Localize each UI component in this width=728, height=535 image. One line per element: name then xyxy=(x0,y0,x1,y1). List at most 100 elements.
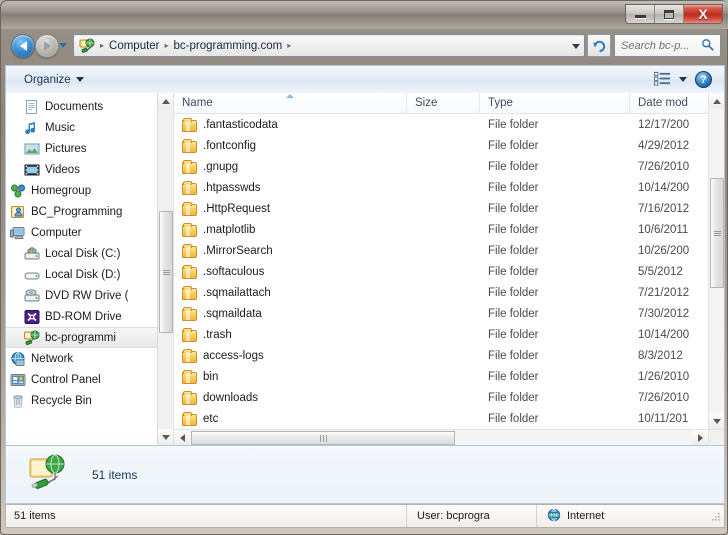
folder-icon xyxy=(182,306,197,321)
cell-size xyxy=(407,177,480,198)
minimize-button[interactable] xyxy=(626,5,655,23)
status-bar: 51 items User: bcprogra Internet xyxy=(5,504,725,528)
folder-icon xyxy=(182,264,197,279)
column-label: Date mod xyxy=(638,97,688,109)
close-button[interactable]: X xyxy=(684,5,722,23)
navigation-pane: Documents Music Pictures Videos Homegroup BC_… xyxy=(6,93,174,445)
file-list-scroll-thumb[interactable] xyxy=(710,178,724,288)
table-row[interactable]: etc File folder 10/11/201 xyxy=(174,408,724,429)
cell-type: File folder xyxy=(488,328,539,341)
cell-name: .htpasswds xyxy=(174,177,407,198)
sidebar-item-homegroup[interactable]: Homegroup xyxy=(6,180,158,201)
sidebar-item-dvd-rw-drive[interactable]: DVD RW Drive ( xyxy=(6,285,158,306)
sidebar-item-control-panel[interactable]: Control Panel xyxy=(6,369,158,390)
cell-size xyxy=(407,156,480,177)
sidebar-item-label: Computer xyxy=(31,226,82,239)
table-row[interactable]: bin File folder 1/26/2010 xyxy=(174,366,724,387)
column-header-date-modified[interactable]: Date mod xyxy=(630,93,720,113)
chevron-down-icon xyxy=(75,77,84,82)
sidebar-item-label: Documents xyxy=(45,100,104,113)
help-button[interactable]: ? xyxy=(695,71,712,88)
resize-grip-icon[interactable] xyxy=(710,511,721,522)
file-rows: .fantasticodata File folder 12/17/200 .font… xyxy=(174,114,724,429)
table-row[interactable]: access-logs File folder 8/3/2012 xyxy=(174,345,724,366)
table-row[interactable]: .htpasswds File folder 10/14/200 xyxy=(174,177,724,198)
address-dropdown-icon[interactable] xyxy=(572,44,580,49)
breadcrumb-item-computer[interactable]: Computer xyxy=(106,39,163,53)
sidebar-item-recycle-bin[interactable]: Recycle Bin xyxy=(6,390,158,411)
cell-date-modified: 7/16/2012 xyxy=(638,202,690,215)
forward-button[interactable] xyxy=(35,34,59,58)
refresh-icon xyxy=(592,40,605,53)
navigation-scrollbar[interactable] xyxy=(157,93,173,445)
table-row[interactable]: .softaculous File folder 5/5/2012 xyxy=(174,261,724,282)
scroll-right-button[interactable] xyxy=(692,430,708,445)
cell-size xyxy=(407,240,480,261)
file-name: .sqmaildata xyxy=(203,307,262,320)
back-button[interactable] xyxy=(11,34,35,58)
scroll-down-button[interactable] xyxy=(709,413,724,429)
scroll-up-button[interactable] xyxy=(709,93,724,109)
table-row[interactable]: .MirrorSearch File folder 10/26/200 xyxy=(174,240,724,261)
address-bar[interactable]: ▸ Computer ▸ bc-programming.com ▸ xyxy=(73,34,585,57)
globe-icon xyxy=(547,508,561,525)
sidebar-item-label: DVD RW Drive ( xyxy=(45,289,129,302)
table-row[interactable]: .HttpRequest File folder 7/16/2012 xyxy=(174,198,724,219)
column-header-size[interactable]: Size xyxy=(407,93,480,113)
chevron-down-icon[interactable] xyxy=(679,77,687,82)
sidebar-item-music[interactable]: Music xyxy=(6,117,158,138)
file-name: .sqmailattach xyxy=(203,286,271,299)
sidebar-item-bc-programmi[interactable]: bc-programmi xyxy=(6,327,158,348)
table-row[interactable]: downloads File folder 7/26/2010 xyxy=(174,387,724,408)
recent-pages-button[interactable] xyxy=(59,43,67,48)
cell-date-modified: 10/14/200 xyxy=(638,181,690,194)
table-row[interactable]: .sqmailattach File folder 7/21/2012 xyxy=(174,282,724,303)
column-header-name[interactable]: Name xyxy=(174,93,407,113)
file-name: downloads xyxy=(203,391,258,404)
scroll-up-button[interactable] xyxy=(158,93,173,109)
breadcrumb-item-site[interactable]: bc-programming.com xyxy=(171,39,286,53)
maximize-button[interactable] xyxy=(655,5,684,23)
sidebar-item-pictures[interactable]: Pictures xyxy=(6,138,158,159)
table-row[interactable]: .gnupg File folder 7/26/2010 xyxy=(174,156,724,177)
sidebar-item-computer[interactable]: Computer xyxy=(6,222,158,243)
table-row[interactable]: .fantasticodata File folder 12/17/200 xyxy=(174,114,724,135)
file-list-horizontal-scrollbar[interactable] xyxy=(174,429,708,445)
cell-size xyxy=(407,282,480,303)
sidebar-item-bc-programming[interactable]: BC_Programming xyxy=(6,201,158,222)
cell-type: File folder xyxy=(488,412,539,425)
sidebar-item-network[interactable]: Network xyxy=(6,348,158,369)
file-list-vertical-scrollbar[interactable] xyxy=(708,93,724,429)
table-row[interactable]: .trash File folder 10/14/200 xyxy=(174,324,724,345)
breadcrumb-separator[interactable]: ▸ xyxy=(285,41,293,50)
sidebar-item-videos[interactable]: Videos xyxy=(6,159,158,180)
navigation-scroll-thumb[interactable] xyxy=(159,211,173,333)
scroll-left-button[interactable] xyxy=(174,430,190,445)
sidebar-item-local-disk-c[interactable]: Local Disk (C:) xyxy=(6,243,158,264)
folder-icon xyxy=(182,138,197,153)
cell-type: File folder xyxy=(488,181,539,194)
column-label: Size xyxy=(415,97,438,109)
horizontal-scroll-thumb[interactable] xyxy=(191,431,455,445)
organize-button[interactable]: Organize xyxy=(20,72,88,88)
cell-name: .trash xyxy=(174,324,407,345)
table-row[interactable]: .matplotlib File folder 10/6/2011 xyxy=(174,219,724,240)
arrow-left-icon xyxy=(19,41,27,51)
folder-icon xyxy=(182,201,197,216)
search-input[interactable]: Search bc-p... xyxy=(615,34,721,57)
minimize-icon xyxy=(634,15,646,18)
explorer-window: X ▸ Computer ▸ bc-programming.com ▸ Sear… xyxy=(0,0,728,535)
table-row[interactable]: .fontconfig File folder 4/29/2012 xyxy=(174,135,724,156)
cell-name: etc xyxy=(174,408,407,429)
view-list-icon[interactable] xyxy=(654,71,671,89)
scroll-down-button[interactable] xyxy=(158,429,173,445)
refresh-button[interactable] xyxy=(587,34,611,57)
column-header-type[interactable]: Type xyxy=(480,93,630,113)
table-row[interactable]: .sqmaildata File folder 7/30/2012 xyxy=(174,303,724,324)
cell-date-modified: 7/26/2010 xyxy=(638,160,690,173)
sidebar-item-local-disk-d[interactable]: Local Disk (D:) xyxy=(6,264,158,285)
file-name: .htpasswds xyxy=(203,181,261,194)
sidebar-item-documents[interactable]: Documents xyxy=(6,96,158,117)
sidebar-item-bd-rom-drive[interactable]: BD-ROM Drive xyxy=(6,306,158,327)
ftp-site-icon xyxy=(24,330,40,346)
